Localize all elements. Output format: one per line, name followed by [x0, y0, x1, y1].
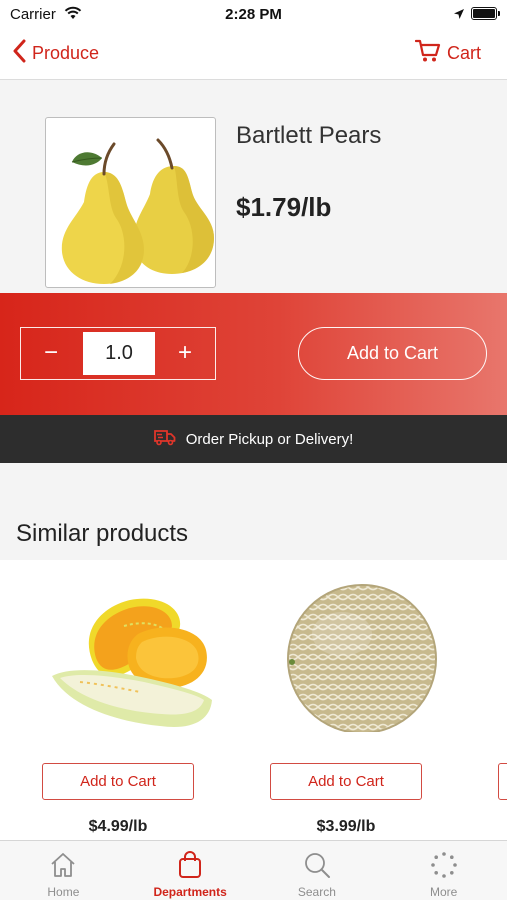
- tab-label: Home: [47, 885, 80, 899]
- similar-products-carousel[interactable]: Add to Cart $4.99/lb Add to Cart $3.99/l…: [0, 560, 507, 840]
- tab-home[interactable]: Home: [0, 841, 127, 900]
- honeydew-melon-image: [52, 598, 212, 727]
- cart-button[interactable]: Cart: [414, 38, 481, 68]
- similar-add-to-cart-button[interactable]: Add to Cart: [270, 763, 422, 800]
- chevron-left-icon: [12, 39, 26, 68]
- add-to-cart-button[interactable]: Add to Cart: [298, 327, 487, 380]
- similar-product-card-partial[interactable]: [488, 560, 507, 840]
- tab-more[interactable]: More: [380, 841, 507, 900]
- quantity-stepper: − +: [20, 327, 216, 380]
- similar-add-to-cart-button-partial[interactable]: [498, 763, 507, 800]
- navigation-bar: Produce Cart: [0, 28, 507, 80]
- cart-label: Cart: [446, 42, 481, 63]
- tab-departments[interactable]: Departments: [127, 841, 254, 900]
- cantaloupe-image: [287, 584, 437, 732]
- back-button[interactable]: Produce: [12, 38, 99, 68]
- pears-image: [61, 138, 214, 284]
- decrease-quantity-button[interactable]: −: [21, 328, 81, 378]
- similar-add-to-cart-button[interactable]: Add to Cart: [42, 763, 194, 800]
- tab-bar: Home Departments Search More: [0, 840, 507, 900]
- location-arrow-icon: [453, 7, 465, 25]
- similar-products-heading: Similar products: [16, 520, 189, 547]
- similar-product-price: $3.99/lb: [316, 818, 376, 835]
- product-image: [45, 117, 216, 288]
- product-price: $1.79/lb: [236, 192, 332, 222]
- cart-icon: [414, 39, 441, 68]
- search-icon: [302, 850, 332, 880]
- similar-product-price: $4.99/lb: [88, 818, 148, 835]
- promo-banner[interactable]: Order Pickup or Delivery!: [0, 415, 507, 463]
- shopping-bag-icon: [175, 850, 205, 880]
- purchase-panel: − + Add to Cart: [0, 293, 507, 415]
- tab-label: Search: [297, 885, 336, 899]
- increase-quantity-button[interactable]: +: [155, 328, 215, 378]
- home-icon: [48, 850, 78, 880]
- battery-icon: [471, 7, 500, 20]
- tab-label: More: [429, 885, 458, 899]
- similar-product-card[interactable]: Add to Cart $3.99/lb: [260, 560, 460, 840]
- tab-label: Departments: [153, 885, 227, 899]
- status-bar: Carrier 2:28 PM: [0, 0, 507, 28]
- product-header: Bartlett Pears $1.79/lb: [0, 80, 507, 293]
- quantity-input[interactable]: [83, 332, 155, 375]
- clock: 2:28 PM: [225, 6, 282, 23]
- promo-text: Order Pickup or Delivery!: [185, 430, 354, 448]
- similar-product-card[interactable]: Add to Cart $4.99/lb: [32, 560, 232, 840]
- tab-search[interactable]: Search: [254, 841, 381, 900]
- delivery-truck-icon: [153, 428, 176, 451]
- product-name: Bartlett Pears: [236, 122, 382, 149]
- back-label: Produce: [32, 42, 100, 63]
- more-icon: [429, 850, 459, 880]
